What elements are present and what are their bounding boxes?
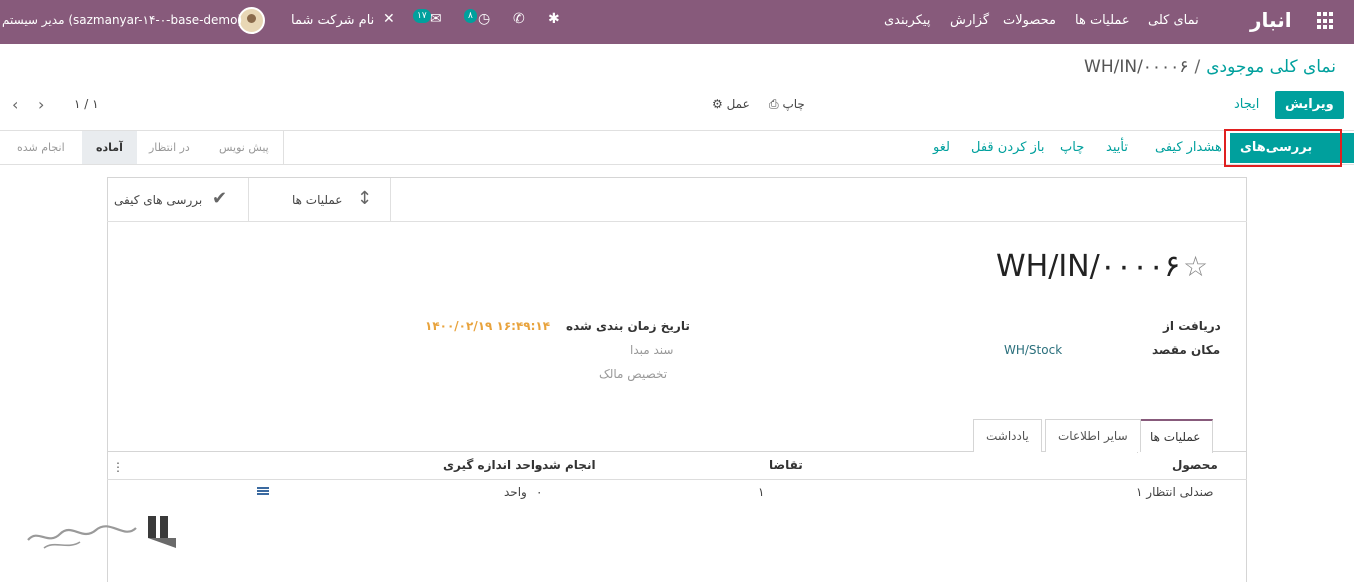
col-done[interactable]: انجام شده [535,458,596,472]
tab-other-info[interactable]: سایر اطلاعات [1045,419,1141,452]
breadcrumb-parent[interactable]: نمای کلی موجودی [1206,57,1336,77]
menu-products[interactable]: محصولات [1003,13,1056,28]
cancel-button[interactable]: لغو [933,140,950,155]
activity-badge: ۸ [464,9,477,23]
operations-smart-label: عملیات ها [292,193,343,207]
column-options-icon[interactable]: ⋮ [112,460,124,474]
activity-clock-icon[interactable]: ◷ [478,11,490,27]
bug-icon[interactable]: ✱ [548,11,560,27]
receive-from-label: دریافت از [1163,319,1221,333]
row-uom[interactable]: واحد [504,485,527,499]
menu-operations[interactable]: عملیات ها [1075,13,1130,28]
star-icon[interactable]: ☆ [1183,250,1208,283]
messages-badge: ۱۷ [413,9,431,23]
unlock-button[interactable]: باز کردن قفل [971,140,1044,155]
breadcrumb-current: WH/IN/۰۰۰۰۶ [1084,57,1189,77]
detailed-operations-icon[interactable] [257,487,269,496]
tab-notes[interactable]: یادداشت [973,419,1042,452]
breadcrumb: نمای کلی موجودی/WH/IN/۰۰۰۰۶ [1084,57,1336,77]
menu-reporting[interactable]: گزارش [950,13,989,28]
action-menu[interactable]: ⚙ عمل [712,97,750,111]
stage-draft[interactable]: پیش نویس [205,131,283,164]
highlight-box [1224,129,1342,167]
destination-label: مکان مقصد [1152,343,1221,357]
company-switcher[interactable]: نام شرکت شما [291,13,374,28]
pager-value[interactable]: ۱ / ۱ [74,97,99,111]
stage-done[interactable]: انجام شده [3,131,79,164]
table-header-divider [107,479,1247,480]
check-icon: ✔ [212,188,228,209]
owner-assignment-label: تخصیص مالک [599,367,668,381]
col-uom[interactable]: واحد اندازه گیری [443,458,543,472]
stage-ready[interactable]: آماده [82,131,137,164]
phone-icon[interactable]: ✆ [513,11,525,27]
apps-menu-icon[interactable] [1317,12,1335,30]
destination-value[interactable]: WH/Stock [1004,343,1062,357]
user-menu[interactable]: مدیر سیستم (sazmanyar-۱۴-۰-base-demo) [2,13,242,27]
stage-waiting[interactable]: در انتظار [135,131,204,164]
scheduled-date-value[interactable]: ۱۴۰۰/۰۲/۱۹ ۱۶:۴۹:۱۴ [425,319,550,333]
watermark-logo [27,516,176,549]
print-label: چاپ [782,97,805,111]
row-product[interactable]: صندلی انتظار ۱ [1136,485,1213,499]
print-icon: ⎙ [769,97,779,111]
quality-checks-smart-button[interactable]: ✔ بررسی های کیفی [108,178,249,221]
record-title: WH/IN/۰۰۰۰۶ [996,249,1181,284]
gear-icon: ⚙ [712,97,723,111]
print-button[interactable]: چاپ [1060,140,1084,155]
top-navbar: انبار نمای کلی عملیات ها محصولات گزارش پ… [0,0,1354,44]
tab-operations[interactable]: عملیات ها [1137,419,1214,453]
print-menu[interactable]: ⎙ چاپ [769,97,805,112]
col-demand[interactable]: تقاضا [769,458,803,472]
messages-icon[interactable]: ✉ [430,11,442,27]
source-document-label: سند مبدا [630,343,674,357]
quality-checks-smart-label: بررسی های کیفی [114,193,203,207]
tools-icon[interactable]: ✕ [383,11,395,27]
app-brand[interactable]: انبار [1250,8,1292,32]
quality-alert-button[interactable]: هشدار کیفی [1155,140,1222,155]
row-demand[interactable]: ۱ [758,485,764,499]
row-done[interactable]: ۰ [536,485,542,499]
validate-button[interactable]: تأیید [1106,140,1128,155]
scheduled-date-label: تاریخ زمان بندی شده [566,319,690,333]
arrows-vertical-icon: ↕ [357,188,373,209]
action-label: عمل [726,97,750,111]
breadcrumb-separator: / [1194,57,1201,77]
pager-next-icon[interactable]: › [38,95,44,114]
col-product[interactable]: محصول [1172,458,1218,472]
menu-overview[interactable]: نمای کلی [1148,13,1199,28]
create-button[interactable]: ایجاد [1224,91,1269,119]
menu-configuration[interactable]: پیکربندی [884,13,930,28]
operations-smart-button[interactable]: ↕ عملیات ها [249,178,391,221]
pager-prev-icon[interactable]: ‹ [12,95,18,114]
form-sheet [107,177,1247,582]
edit-button[interactable]: ویرایش [1275,91,1344,119]
